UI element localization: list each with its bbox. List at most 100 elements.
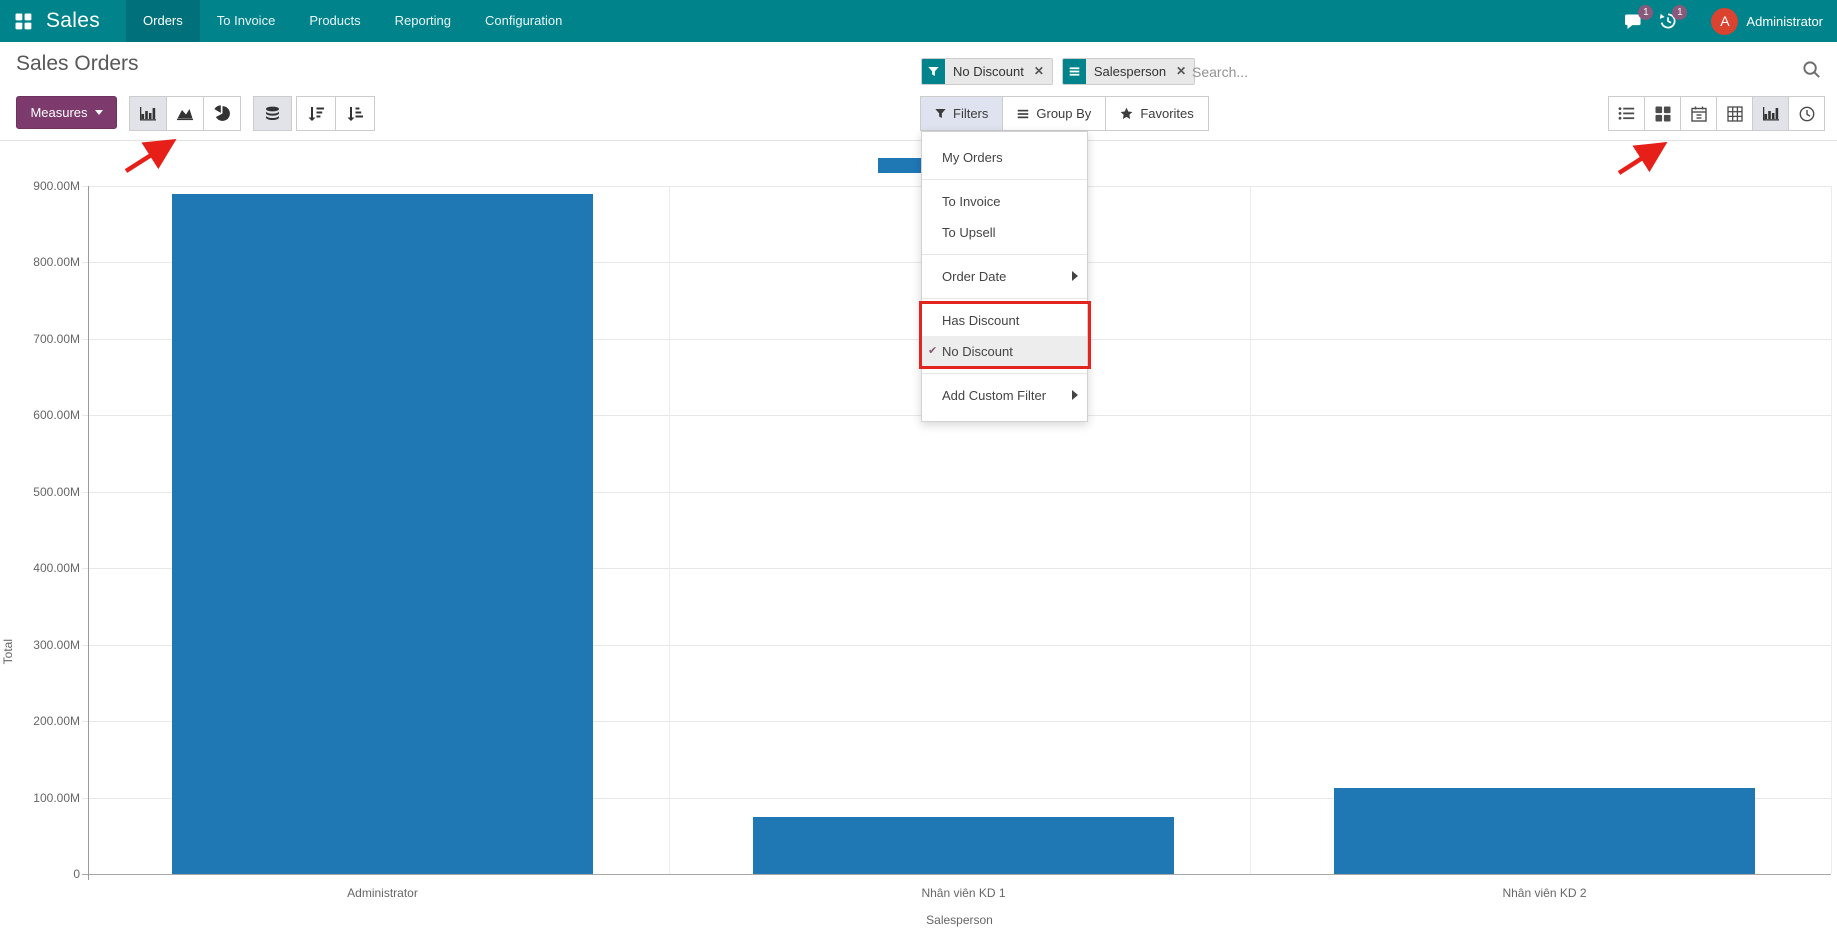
search-icon[interactable] [1802,60,1821,79]
x-axis-category-label: Nhân viên KD 2 [1395,886,1695,900]
sort-desc-icon [308,106,325,122]
user-name[interactable]: Administrator [1746,14,1823,29]
calendar-view-icon [1691,106,1707,122]
menu-divider [922,179,1087,180]
app-brand[interactable]: Sales [46,9,100,33]
group-by-icon [1069,66,1080,77]
group-by-label: Group By [1036,106,1091,121]
favorites-button[interactable]: Favorites [1105,96,1208,131]
caret-down-icon [95,110,103,115]
page-title: Sales Orders [16,52,139,76]
filters-dropdown-menu: My Orders To Invoice To Upsell Order Dat… [921,131,1088,422]
apps-grid-icon [15,13,32,30]
x-axis-title: Salesperson [88,913,1831,927]
nav-item-orders[interactable]: Orders [126,0,200,42]
menu-divider [922,298,1087,299]
bar-chart: 900.00M800.00M700.00M600.00M500.00M400.0… [0,141,1837,932]
messages-button[interactable]: 1 [1617,0,1651,42]
filter-icon [928,66,939,77]
facet-remove-icon[interactable]: ✕ [1032,59,1052,84]
bar-Nhân viên KD 2[interactable] [1334,788,1755,874]
search-buttons-group: Filters Group By Favorites [921,96,1209,131]
graph-view-button[interactable] [1752,96,1789,131]
y-gridline [82,874,1831,875]
user-avatar[interactable]: A [1711,8,1738,35]
facet-salesperson[interactable]: Salesperson ✕ [1062,58,1195,85]
pie-chart-icon [214,105,231,122]
chart-type-group [129,96,241,131]
apps-menu-button[interactable] [0,0,46,42]
bar-chart-icon [139,106,157,121]
y-axis-line [88,186,89,880]
clock-icon [1799,106,1815,122]
y-axis-tick-label: 100.00M [8,791,80,805]
menu-divider [922,254,1087,255]
sales-orders-graph-page: Sales Orders To Invoice Products Reporti… [0,0,1837,932]
x-axis-category-label: Nhân viên KD 1 [814,886,1114,900]
menu-divider [922,373,1087,374]
x-gridline [669,186,670,874]
search-input[interactable] [1192,57,1772,86]
y-axis-tick-label: 500.00M [8,485,80,499]
y-axis-tick-label: 900.00M [8,179,80,193]
sort-desc-button[interactable] [296,96,336,131]
kanban-view-icon [1655,106,1671,122]
activities-button[interactable]: 1 [1651,0,1685,42]
y-axis-tick-label: 200.00M [8,714,80,728]
graph-view-icon [1762,106,1780,121]
x-gridline [1831,186,1832,874]
star-icon [1120,107,1133,120]
bar-Administrator[interactable] [172,194,593,874]
view-switcher [1608,96,1825,131]
measures-button[interactable]: Measures [16,96,117,129]
bar-Nhân viên KD 1[interactable] [753,817,1174,874]
y-axis-tick-label: 0 [8,867,80,881]
x-axis-category-label: Administrator [233,886,533,900]
bar-chart-button[interactable] [129,96,167,131]
line-chart-button[interactable] [166,96,204,131]
sort-asc-icon [347,106,364,122]
menu-item-to-upsell[interactable]: To Upsell [922,217,1087,248]
sort-asc-button[interactable] [335,96,375,131]
pivot-view-button[interactable] [1716,96,1753,131]
nav-item-configuration[interactable]: Configuration [468,0,579,42]
navbar-right: 1 1 A Administrator [1617,0,1837,42]
sort-group [296,96,375,131]
activities-badge: 1 [1672,5,1687,20]
x-gridline [1250,186,1251,874]
filter-icon [935,108,946,119]
facet-no-discount[interactable]: No Discount ✕ [921,58,1053,85]
y-axis-tick-label: 800.00M [8,255,80,269]
favorites-label: Favorites [1140,106,1193,121]
menu-item-label: To Upsell [942,225,995,240]
nav-item-reporting[interactable]: Reporting [378,0,468,42]
activity-view-button[interactable] [1788,96,1825,131]
stacked-toggle-button[interactable] [253,96,292,131]
nav-item-products[interactable]: Products [292,0,377,42]
group-by-button[interactable]: Group By [1002,96,1106,131]
menu-item-label: Order Date [942,269,1006,284]
menu-item-order-date[interactable]: Order Date [922,261,1087,292]
menu-item-add-custom-filter[interactable]: Add Custom Filter [922,380,1087,411]
menu-item-to-invoice[interactable]: To Invoice [922,186,1087,217]
submenu-arrow-icon [1072,390,1078,400]
filters-button[interactable]: Filters [920,96,1003,131]
area-chart-icon [176,106,194,121]
calendar-view-button[interactable] [1680,96,1717,131]
legend-swatch [878,158,922,173]
menu-item-label: Add Custom Filter [942,388,1046,403]
y-axis-tick-label: 400.00M [8,561,80,575]
y-axis-tick-label: 300.00M [8,638,80,652]
list-view-button[interactable] [1608,96,1645,131]
filters-label: Filters [953,106,988,121]
search-facets: No Discount ✕ Salesperson ✕ [921,58,1204,85]
facet-label: No Discount [945,59,1032,84]
menu-item-my-orders[interactable]: My Orders [922,142,1087,173]
measures-label: Measures [30,105,87,120]
pie-chart-button[interactable] [203,96,241,131]
nav-item-to-invoice[interactable]: To Invoice [200,0,293,42]
kanban-view-button[interactable] [1644,96,1681,131]
stacked-database-icon [264,106,281,122]
menu-item-label: To Invoice [942,194,1001,209]
facet-label: Salesperson [1086,59,1174,84]
